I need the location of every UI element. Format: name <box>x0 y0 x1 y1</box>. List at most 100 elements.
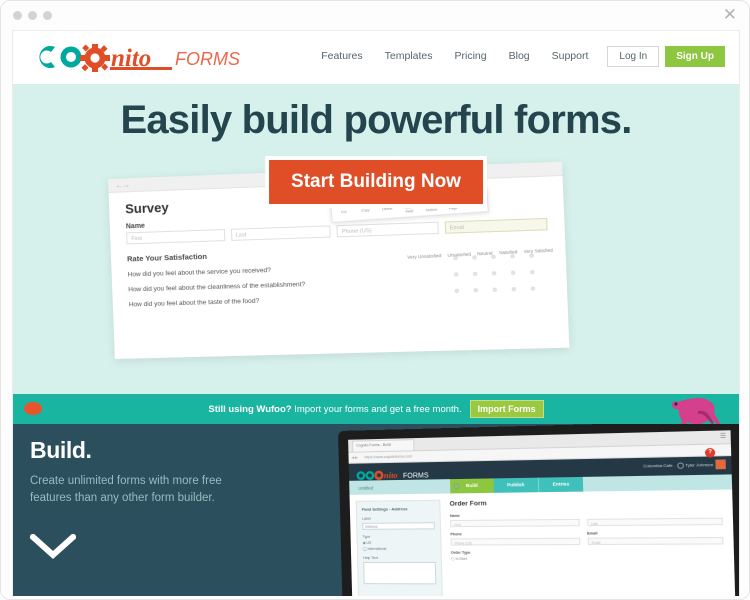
clock-icon[interactable] <box>453 483 460 490</box>
radio-dot[interactable] <box>454 288 460 293</box>
radio-dot[interactable] <box>492 287 497 292</box>
panel-type-label: Type <box>362 534 371 539</box>
form-last-input[interactable]: Last <box>586 517 723 527</box>
form-last-col: Last <box>586 517 723 527</box>
login-button[interactable]: Log In <box>607 45 660 67</box>
survey-question: How did you feel about the taste of the … <box>128 297 260 309</box>
panel-helptext-label: Help Text <box>362 555 378 560</box>
build-heading: Build. <box>30 437 92 463</box>
panel-title: Field Settings - Address <box>361 506 408 512</box>
hero-section: Easily build powerful forms. ←→ Survey N… <box>13 84 739 394</box>
ordertype-option-label: In-Store <box>455 556 468 561</box>
window-dot-yellow[interactable] <box>28 11 37 20</box>
window-controls <box>13 11 52 20</box>
form-contact-row: Phone Phone (US) Email Email <box>450 530 724 546</box>
promo-text: Still using Wufoo? Import your forms and… <box>208 404 461 415</box>
form-name-label[interactable]: Untitled <box>349 479 450 495</box>
form-first-input[interactable]: First <box>450 518 580 528</box>
svg-text:FORMS: FORMS <box>175 49 240 69</box>
hero-headline: Easily build powerful forms. <box>120 98 632 142</box>
browser-titlebar: ✕ <box>1 1 749 30</box>
avatar[interactable] <box>715 459 726 470</box>
svg-text:nito: nito <box>384 470 398 480</box>
user-name[interactable]: Tyler Johnson <box>685 462 713 468</box>
org-switch-icon[interactable] <box>677 462 685 469</box>
browser-window: ✕ nito FORMS Features Templates Pricing … <box>0 0 750 600</box>
type-option-label: International <box>367 546 387 551</box>
build-description: Create unlimited forms with more free fe… <box>30 475 222 504</box>
nav-pricing[interactable]: Pricing <box>444 44 498 68</box>
survey-email-input[interactable]: Email <box>444 217 548 234</box>
site-header: nito FORMS Features Templates Pricing Bl… <box>13 31 739 84</box>
form-phone-input[interactable]: Phone (US) <box>450 537 580 546</box>
laptop-screen: Cognito Forms - Build ☰ https://www.cogn… <box>348 430 736 596</box>
field-settings-box: Field Settings - Address Label Address T… <box>355 499 444 596</box>
nav-blog[interactable]: Blog <box>498 44 541 68</box>
radio-dot[interactable] <box>472 255 477 260</box>
order-form-title: Order Form <box>449 500 487 508</box>
radio-dot[interactable] <box>510 254 515 259</box>
promo-bold-text: Still using Wufoo? <box>208 403 292 415</box>
type-option-label: US <box>366 540 372 545</box>
import-forms-button[interactable]: Import Forms <box>469 400 544 418</box>
app-content: Field Settings - Address Label Address T… <box>349 489 736 596</box>
cognito-forms-logo[interactable]: nito FORMS <box>27 40 259 74</box>
field-settings-panel: Field Settings - Address Label Address T… <box>349 493 450 596</box>
radio-dot[interactable] <box>511 287 517 292</box>
form-editor-area: Order Form Name First Last Phone Phone (… <box>446 489 735 596</box>
radio-dot[interactable] <box>454 272 459 277</box>
form-ordertype-label: Order Type <box>450 550 471 555</box>
panel-label-label: Label <box>361 516 371 521</box>
page-viewport: nito FORMS Features Templates Pricing Bl… <box>12 30 740 596</box>
form-email-label: Email <box>587 531 598 536</box>
browser-tab[interactable]: Cognito Forms - Build <box>352 439 415 452</box>
nav-support[interactable]: Support <box>541 44 600 68</box>
nav-features[interactable]: Features <box>310 44 373 68</box>
nav-arrows-icon: ←→ <box>115 180 130 190</box>
radio-dot[interactable] <box>530 286 536 291</box>
survey-first-input[interactable]: First <box>126 229 225 245</box>
form-email-input[interactable]: Email <box>587 536 724 546</box>
radio-dot[interactable] <box>491 254 496 259</box>
build-section: Build. Create unlimited forms with more … <box>13 424 739 596</box>
ball-decoration-icon <box>24 402 42 415</box>
window-dot-green[interactable] <box>43 11 52 20</box>
form-name-row: First Last <box>450 517 723 528</box>
toolbar-label: Cut <box>340 209 347 214</box>
panel-type-international[interactable]: ◯ International <box>363 546 436 550</box>
radio-dot[interactable] <box>530 269 535 275</box>
form-first-col: First <box>450 518 580 528</box>
panel-type-us[interactable]: ◉ US <box>363 541 436 545</box>
form-email-col: Email Email <box>587 530 724 546</box>
signup-button[interactable]: Sign Up <box>665 45 725 67</box>
organization-name[interactable]: Columbia Cafe <box>643 463 673 469</box>
start-building-now-button[interactable]: Start Building Now <box>265 156 487 208</box>
radio-dot[interactable] <box>529 253 534 258</box>
wufoo-promo-banner: Still using Wufoo? Import your forms and… <box>13 394 739 424</box>
laptop-frame: Cognito Forms - Build ☰ https://www.cogn… <box>338 424 739 596</box>
radio-dot[interactable] <box>510 270 516 275</box>
nav-templates[interactable]: Templates <box>374 44 444 68</box>
chevron-down-icon[interactable] <box>30 534 76 560</box>
panel-helptext-input[interactable] <box>363 561 437 584</box>
scale-very-unsatisfied: Very Unsatisfied <box>407 252 442 260</box>
radio-dot[interactable] <box>473 288 478 293</box>
close-icon[interactable]: ✕ <box>723 5 737 25</box>
window-dot-red[interactable] <box>13 11 22 20</box>
dinosaur-mascot-icon <box>671 397 721 424</box>
survey-phone-input[interactable]: Phone (US) <box>336 221 439 238</box>
form-phone-col: Phone Phone (US) <box>450 531 580 546</box>
radio-dot[interactable] <box>472 271 478 276</box>
toolbar-label: Copy <box>361 207 370 213</box>
survey-last-input[interactable]: Last <box>230 225 331 241</box>
form-ordertype-option[interactable]: ◯ In-Store <box>451 556 724 561</box>
main-navigation: Features Templates Pricing Blog Support … <box>310 44 725 68</box>
tab-publish[interactable]: Publish <box>493 477 539 493</box>
radio-dot[interactable] <box>453 255 458 261</box>
build-copy: Build. Create unlimited forms with more … <box>30 437 255 506</box>
panel-label-input[interactable]: Address <box>362 522 435 530</box>
tab-entries[interactable]: Entries <box>537 476 584 493</box>
radio-dot[interactable] <box>491 271 497 276</box>
hamburger-menu-icon[interactable]: ☰ <box>720 434 726 441</box>
form-phone-label: Phone <box>450 532 462 537</box>
